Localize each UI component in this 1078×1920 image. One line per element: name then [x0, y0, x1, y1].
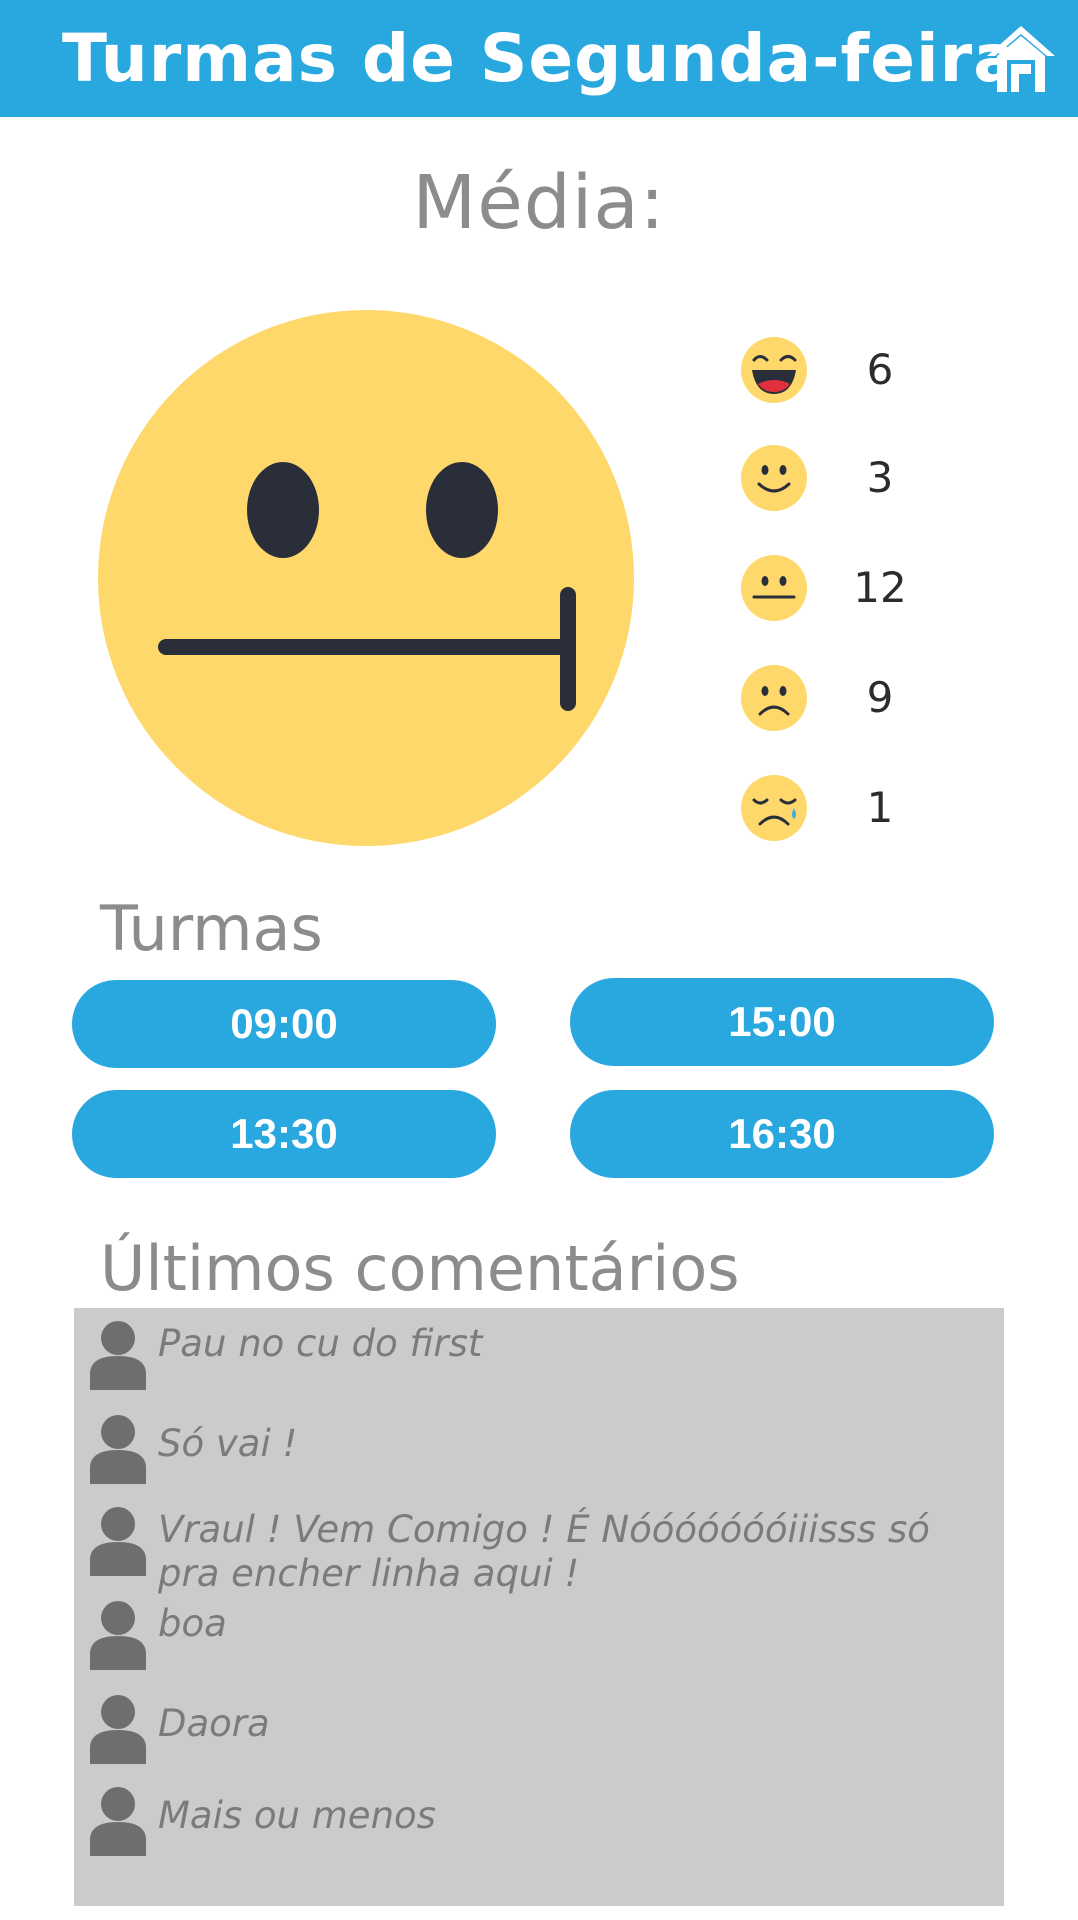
rating-count: 3: [866, 453, 894, 502]
header-bar: Turmas de Segunda-feira: [0, 0, 1078, 117]
home-icon: [987, 26, 1055, 92]
neutral-face-icon: [98, 310, 634, 846]
rating-count: 12: [853, 563, 907, 612]
class-slot-button[interactable]: 15:00: [570, 978, 994, 1066]
user-avatar-icon: [90, 1601, 146, 1670]
rating-row-frowning: 9: [740, 664, 940, 740]
comment-text: boa: [158, 1602, 227, 1645]
comment-text: Mais ou menos: [158, 1794, 436, 1837]
rating-row-neutral: 12: [740, 554, 940, 630]
user-avatar-icon: [90, 1507, 146, 1576]
comment-text: Vraul ! Vem Comigo ! É Nóóóóóóóiiisss só…: [158, 1508, 930, 1595]
neutral-face-icon: [741, 555, 807, 621]
user-avatar-icon: [90, 1787, 146, 1856]
laughing-face-icon: [741, 337, 807, 403]
user-avatar-icon: [90, 1695, 146, 1764]
smiling-face-icon: [741, 445, 807, 511]
classes-title: Turmas: [100, 892, 323, 965]
rating-row-crying: 1: [740, 774, 940, 850]
crying-face-icon: [741, 775, 807, 841]
class-slot-button[interactable]: 16:30: [570, 1090, 994, 1178]
home-button[interactable]: [985, 22, 1057, 94]
page-title: Turmas de Segunda-feira: [62, 20, 1019, 97]
rating-count: 1: [866, 783, 894, 832]
comments-list: Pau no cu do first Só vai ! Vraul ! Vem …: [74, 1308, 1004, 1906]
user-avatar-icon: [90, 1321, 146, 1390]
frowning-face-icon: [741, 665, 807, 731]
comment-text: Só vai !: [158, 1422, 298, 1465]
rating-row-smiling: 3: [740, 444, 940, 520]
rating-row-laughing: 6: [740, 336, 940, 412]
rating-count: 9: [866, 673, 894, 722]
comment-text: Pau no cu do first: [158, 1322, 483, 1365]
class-slot-button[interactable]: 09:00: [72, 980, 496, 1068]
rating-count: 6: [866, 345, 894, 394]
average-label: Média:: [412, 160, 666, 246]
comments-title: Últimos comentários: [100, 1232, 740, 1305]
user-avatar-icon: [90, 1415, 146, 1484]
class-slot-button[interactable]: 13:30: [72, 1090, 496, 1178]
comment-text: Daora: [158, 1702, 270, 1745]
